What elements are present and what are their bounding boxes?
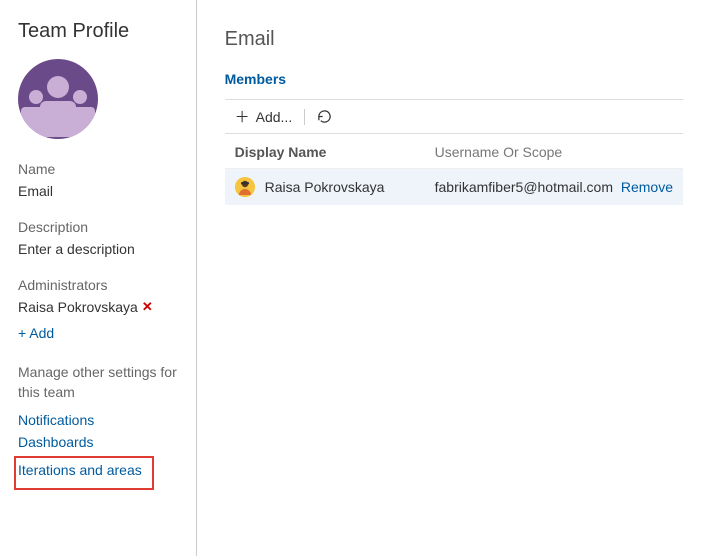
dashboards-link[interactable]: Dashboards	[18, 434, 178, 450]
plus-icon: ＋	[235, 106, 250, 127]
refresh-button[interactable]	[317, 109, 332, 124]
description-label: Description	[18, 219, 178, 235]
add-member-label: Add...	[256, 109, 293, 125]
table-row[interactable]: Raisa Pokrovskaya fabrikamfiber5@hotmail…	[225, 169, 683, 205]
iterations-and-areas-link[interactable]: Iterations and areas	[18, 462, 142, 478]
member-display-name: Raisa Pokrovskaya	[265, 179, 385, 195]
administrators-label: Administrators	[18, 277, 178, 293]
members-toolbar: ＋ Add...	[225, 99, 683, 134]
administrator-row: Raisa Pokrovskaya ✕	[18, 299, 178, 315]
remove-admin-icon[interactable]: ✕	[140, 299, 155, 315]
main-panel: Email Members ＋ Add... Display Name User…	[197, 0, 701, 556]
column-username[interactable]: Username Or Scope	[435, 144, 613, 160]
administrator-name: Raisa Pokrovskaya	[18, 299, 138, 315]
sidebar: Team Profile Name Email Description Ente…	[0, 0, 197, 556]
manage-settings-label: Manage other settings for this team	[18, 363, 178, 402]
member-avatar-icon	[235, 177, 255, 197]
column-action	[613, 144, 673, 160]
toolbar-separator	[304, 109, 305, 125]
member-username: fabrikamfiber5@hotmail.com	[435, 179, 613, 195]
main-title: Email	[225, 28, 683, 51]
refresh-icon	[317, 109, 332, 124]
members-table: Display Name Username Or Scope Raisa Pok…	[225, 134, 683, 205]
table-header: Display Name Username Or Scope	[225, 134, 683, 169]
name-label: Name	[18, 161, 178, 177]
notifications-link[interactable]: Notifications	[18, 412, 178, 428]
name-value: Email	[18, 183, 178, 199]
add-member-button[interactable]: ＋ Add...	[235, 106, 293, 127]
remove-member-link[interactable]: Remove	[621, 179, 673, 195]
team-avatar[interactable]	[18, 59, 98, 139]
column-display-name[interactable]: Display Name	[235, 144, 435, 160]
description-value[interactable]: Enter a description	[18, 241, 178, 257]
highlight-annotation: Iterations and areas	[14, 456, 154, 490]
settings-links: Notifications Dashboards Iterations and …	[18, 412, 178, 490]
add-admin-link[interactable]: + Add	[18, 325, 178, 341]
sidebar-title: Team Profile	[18, 20, 178, 43]
members-tab[interactable]: Members	[225, 71, 683, 87]
